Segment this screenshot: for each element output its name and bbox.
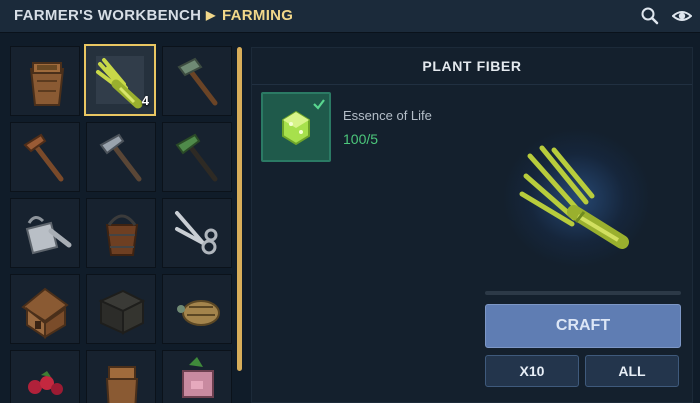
coop-icon [21, 287, 69, 339]
breadcrumb-separator-icon: ▶ [206, 8, 216, 22]
iron-hoe-icon [99, 133, 142, 182]
recipe-scrollbar[interactable] [237, 47, 242, 371]
recipe-slot-shears[interactable] [162, 198, 232, 268]
recipe-slot-seed-basket[interactable] [10, 46, 80, 116]
planter-box-icon [105, 366, 139, 403]
craft-all-button[interactable]: ALL [585, 355, 679, 387]
search-icon[interactable] [640, 6, 660, 26]
recipe-slot-verdant-hoe[interactable] [162, 122, 232, 192]
recipe-slot-bee-hive[interactable] [162, 274, 232, 344]
recipe-slot-wooden-hoe[interactable] [10, 122, 80, 192]
wooden-hoe-icon [23, 133, 64, 182]
recipe-slot-watering-can[interactable] [10, 198, 80, 268]
recipe-slot-planter-box[interactable] [86, 350, 156, 403]
ingredient-count: 100/5 [343, 131, 379, 147]
recipe-slot-plant-fiber[interactable]: 4 [84, 44, 156, 116]
recipe-slot-pig-statue[interactable] [162, 350, 232, 403]
seed-basket-icon [29, 62, 65, 106]
stone-hoe-icon [177, 57, 218, 106]
recipe-title: PLANT FIBER [252, 48, 692, 85]
recipe-grid: 4 [8, 44, 244, 403]
bee-hive-icon [177, 300, 220, 326]
craft-button[interactable]: CRAFT [485, 304, 681, 348]
verdant-hoe-icon [175, 133, 218, 182]
eye-icon[interactable] [671, 6, 693, 26]
pig-statue-icon [182, 357, 214, 398]
storage-crate-icon [98, 289, 146, 335]
craft-x10-button[interactable]: X10 [485, 355, 579, 387]
craft-progress-bar [485, 291, 681, 295]
recipe-slot-iron-hoe[interactable] [86, 122, 156, 192]
check-icon [313, 99, 325, 110]
shears-icon [175, 211, 218, 255]
recipe-detail-panel: PLANT FIBER Essence of Life 100/5 CRAFT … [251, 47, 693, 403]
recipe-slot-storage-crate[interactable] [86, 274, 156, 344]
watering-can-icon [25, 216, 72, 255]
berries-icon [28, 371, 63, 395]
breadcrumb-workbench[interactable]: FARMER'S WORKBENCH [14, 7, 201, 24]
recipe-slot-coop[interactable] [10, 274, 80, 344]
wooden-bucket-icon [105, 214, 139, 256]
recipe-count: 4 [141, 93, 149, 108]
plant-fiber-preview-icon [519, 145, 629, 249]
breadcrumb-category: FARMING [222, 7, 294, 24]
recipe-slot-stone-hoe[interactable] [162, 46, 232, 116]
workbench-header: FARMER'S WORKBENCH ▶ FARMING [0, 0, 700, 33]
recipe-slot-berries[interactable] [10, 350, 80, 403]
ingredient-name: Essence of Life [343, 108, 432, 123]
ingredient-slot[interactable] [261, 92, 331, 162]
recipe-slot-wooden-bucket[interactable] [86, 198, 156, 268]
